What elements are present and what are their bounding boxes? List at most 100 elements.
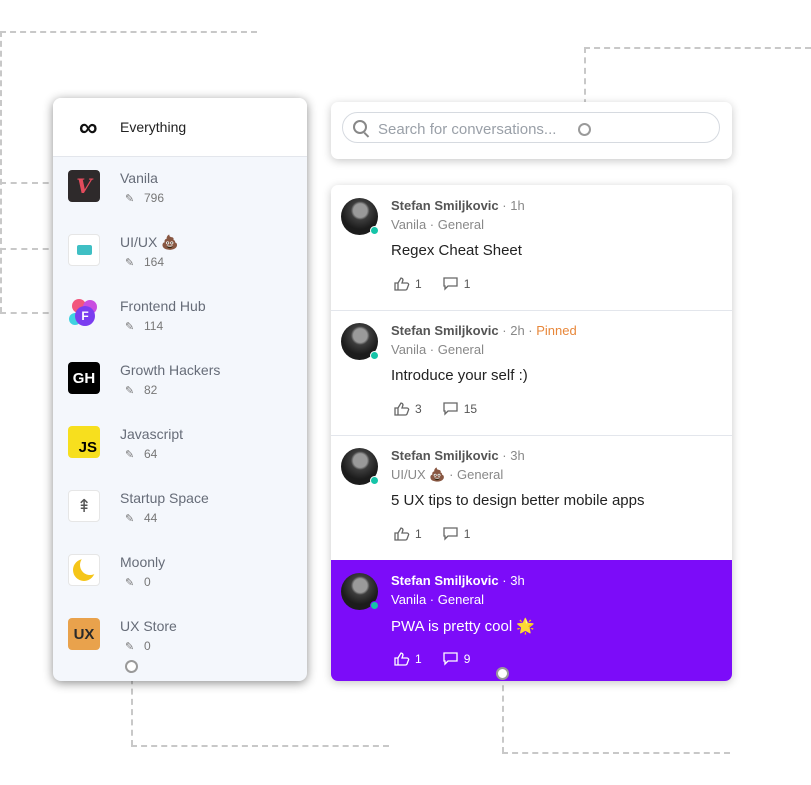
like-button[interactable]: 3	[394, 401, 422, 416]
connector-line	[502, 752, 730, 754]
post-time: 1h	[510, 198, 525, 213]
online-indicator	[370, 601, 379, 610]
post-author: Stefan Smiljkovic	[391, 573, 499, 588]
pinned-badge: Pinned	[536, 323, 577, 338]
post-card[interactable]: Stefan Smiljkovic · 2h · Pinned Vanila ·…	[331, 310, 732, 436]
pin-icon: ✎	[125, 577, 135, 589]
community-item-growth-hackers[interactable]: GH Growth Hackers ✎ 82	[53, 362, 307, 422]
connector-line	[131, 745, 389, 747]
thumbs-up-icon	[394, 402, 410, 416]
pin-icon: ✎	[125, 193, 135, 205]
post-stats: 3 15	[394, 401, 497, 416]
comment-button[interactable]: 1	[442, 526, 471, 541]
community-item-vanila[interactable]: V Vanila ✎ 796	[53, 170, 307, 230]
comment-count: 15	[463, 401, 478, 416]
comment-button[interactable]: 9	[442, 651, 471, 666]
pin-icon: ✎	[125, 449, 135, 461]
post-count-value: 64	[144, 447, 158, 461]
post-count: ✎ 164	[125, 255, 164, 269]
frontend-hub-logo: F	[68, 298, 100, 330]
post-meta: Stefan Smiljkovic · 3h	[391, 573, 525, 588]
post-card-active[interactable]: Stefan Smiljkovic · 3h Vanila · General …	[331, 560, 732, 681]
post-count: ✎ 796	[125, 191, 164, 205]
post-count-value: 82	[144, 383, 158, 397]
post-title[interactable]: 5 UX tips to design better mobile apps	[391, 492, 644, 509]
everything-label: Everything	[120, 119, 187, 135]
pin-icon: ✎	[125, 641, 135, 653]
pin-icon: ✎	[125, 321, 135, 333]
post-meta: Stefan Smiljkovic · 2h · Pinned	[391, 323, 577, 338]
community-name: Vanila	[120, 170, 158, 186]
post-count: ✎ 44	[125, 511, 157, 525]
search-box[interactable]	[342, 112, 720, 143]
post-count: ✎ 82	[125, 383, 157, 397]
comment-button[interactable]: 1	[442, 276, 471, 291]
like-count: 1	[415, 651, 422, 666]
like-count: 1	[415, 276, 422, 291]
like-button[interactable]: 1	[394, 526, 422, 541]
post-meta: Stefan Smiljkovic · 3h	[391, 448, 525, 463]
javascript-logo: JS	[68, 426, 100, 458]
community-name: Frontend Hub	[120, 298, 206, 314]
post-community: UI/UX 💩	[391, 467, 446, 482]
comment-button[interactable]: 15	[442, 401, 477, 416]
like-button[interactable]: 1	[394, 651, 422, 666]
post-author: Stefan Smiljkovic	[391, 198, 499, 213]
comment-count: 9	[463, 651, 471, 666]
connector-line	[0, 31, 257, 33]
comment-count: 1	[463, 526, 471, 541]
online-indicator	[370, 351, 379, 360]
like-count: 3	[415, 401, 422, 416]
conversation-feed: Stefan Smiljkovic · 1h Vanila · General …	[331, 185, 732, 681]
post-location: Vanila · General	[391, 342, 484, 357]
post-community: Vanila	[391, 342, 427, 357]
post-card[interactable]: Stefan Smiljkovic · 1h Vanila · General …	[331, 185, 732, 311]
community-item-ux-store[interactable]: UX UX Store ✎ 0	[53, 618, 307, 678]
online-indicator	[370, 476, 379, 485]
avatar	[341, 198, 379, 235]
post-channel: General	[457, 467, 504, 482]
post-channel: General	[437, 342, 484, 357]
comment-count: 1	[463, 276, 471, 291]
thumbs-up-icon	[394, 277, 410, 291]
online-indicator	[370, 226, 379, 235]
avatar	[341, 323, 379, 360]
connector-line	[0, 31, 2, 313]
everything-item[interactable]: ∞ Everything	[53, 98, 307, 157]
post-count-value: 0	[144, 575, 151, 589]
growth-hackers-logo: GH	[68, 362, 100, 394]
connector-line	[584, 47, 811, 49]
connector-knob	[125, 660, 138, 673]
post-count: ✎ 114	[125, 319, 163, 333]
search-icon	[353, 120, 367, 134]
community-item-moonly[interactable]: Moonly ✎ 0	[53, 554, 307, 614]
post-count-value: 0	[144, 639, 151, 653]
startup-space-logo: ⇞	[68, 490, 100, 522]
like-button[interactable]: 1	[394, 276, 422, 291]
comment-icon	[443, 527, 458, 541]
post-count-value: 114	[144, 319, 164, 333]
community-item-uiux[interactable]: UI/UX 💩 ✎ 164	[53, 234, 307, 294]
post-title[interactable]: Introduce your self :)	[391, 367, 528, 384]
post-title[interactable]: PWA is pretty cool 🌟	[391, 617, 535, 635]
post-community: Vanila	[391, 592, 427, 607]
post-author: Stefan Smiljkovic	[391, 448, 499, 463]
community-item-frontend-hub[interactable]: F Frontend Hub ✎ 114	[53, 298, 307, 358]
post-count-value: 796	[144, 191, 165, 205]
post-community: Vanila	[391, 217, 427, 232]
community-item-startup-space[interactable]: ⇞ Startup Space ✎ 44	[53, 490, 307, 550]
connector-knob	[496, 667, 509, 680]
post-channel: General	[437, 592, 484, 607]
post-title[interactable]: Regex Cheat Sheet	[391, 242, 522, 259]
post-location: Vanila · General	[391, 592, 484, 607]
ux-store-logo: UX	[68, 618, 100, 650]
post-card[interactable]: Stefan Smiljkovic · 3h UI/UX 💩 · General…	[331, 435, 732, 561]
infinity-icon: ∞	[79, 112, 98, 142]
like-count: 1	[415, 526, 422, 541]
vanila-logo: V	[68, 170, 100, 202]
search-input[interactable]	[376, 118, 700, 140]
community-item-javascript[interactable]: JS Javascript ✎ 64	[53, 426, 307, 486]
comment-icon	[443, 277, 458, 291]
post-time: 3h	[510, 448, 525, 463]
post-stats: 1 1	[394, 526, 490, 541]
